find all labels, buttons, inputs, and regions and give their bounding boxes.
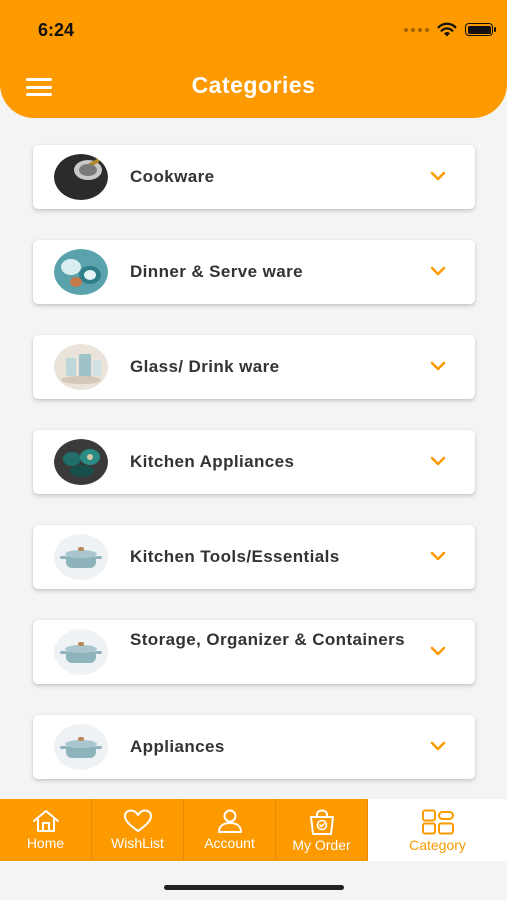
category-label: Glass/ Drink ware xyxy=(130,357,280,376)
chevron-down-icon[interactable] xyxy=(429,169,447,183)
category-item-cookware[interactable]: Cookware xyxy=(33,145,475,209)
chevron-down-icon[interactable] xyxy=(429,644,447,658)
tab-label: WishList xyxy=(111,835,164,851)
category-thumbnail xyxy=(54,629,108,675)
wifi-icon xyxy=(437,22,457,37)
bottom-tab-bar: Home WishList Account My Order Category xyxy=(0,799,507,861)
category-label: Storage, Organizer & Containers xyxy=(130,630,406,649)
shopping-bag-icon xyxy=(309,809,334,835)
home-indicator[interactable] xyxy=(164,885,344,890)
chevron-down-icon[interactable] xyxy=(429,549,447,563)
category-item-kitchen-tools-essentials[interactable]: Kitchen Tools/Essentials xyxy=(33,525,475,589)
category-label: Kitchen Tools/Essentials xyxy=(130,547,340,566)
chevron-down-icon[interactable] xyxy=(429,454,447,468)
tab-wishlist[interactable]: WishList xyxy=(92,799,184,861)
chevron-down-icon[interactable] xyxy=(429,739,447,753)
category-thumbnail xyxy=(54,249,108,295)
heart-icon xyxy=(123,809,152,832)
category-grid-icon xyxy=(421,809,454,835)
category-item-dinner-serve-ware[interactable]: Dinner & Serve ware xyxy=(33,240,475,304)
tab-category[interactable]: Category xyxy=(368,799,507,861)
chevron-down-icon[interactable] xyxy=(429,264,447,278)
category-thumbnail xyxy=(54,154,108,200)
category-label: Kitchen Appliances xyxy=(130,452,295,471)
category-label: Dinner & Serve ware xyxy=(130,262,303,281)
home-icon xyxy=(32,810,59,832)
category-thumbnail xyxy=(54,439,108,485)
category-item-kitchen-appliances[interactable]: Kitchen Appliances xyxy=(33,430,475,494)
tab-account[interactable]: Account xyxy=(184,799,276,861)
category-label: Cookware xyxy=(130,167,215,186)
category-item-storage-organizer-containers[interactable]: Storage, Organizer & Containers xyxy=(33,620,475,684)
page-title: Categories xyxy=(191,72,316,98)
signal-icon xyxy=(404,27,429,32)
tab-home[interactable]: Home xyxy=(0,799,92,861)
user-icon xyxy=(217,809,242,833)
category-item-glass-drink-ware[interactable]: Glass/ Drink ware xyxy=(33,335,475,399)
category-label: Appliances xyxy=(130,737,225,756)
battery-icon xyxy=(465,23,496,36)
category-thumbnail xyxy=(54,534,108,580)
category-thumbnail xyxy=(54,724,108,770)
tab-label: My Order xyxy=(292,837,351,853)
chevron-down-icon[interactable] xyxy=(429,359,447,373)
status-time: 6:24 xyxy=(38,20,75,40)
category-thumbnail xyxy=(54,344,108,390)
tab-my-order[interactable]: My Order xyxy=(276,799,368,861)
tab-label: Home xyxy=(26,835,65,851)
app-header: 6:24 Categories xyxy=(0,0,507,118)
tab-label: Account xyxy=(204,835,255,851)
status-icons xyxy=(404,22,496,37)
tab-label: Category xyxy=(409,837,466,853)
category-item-appliances[interactable]: Appliances xyxy=(33,715,475,779)
